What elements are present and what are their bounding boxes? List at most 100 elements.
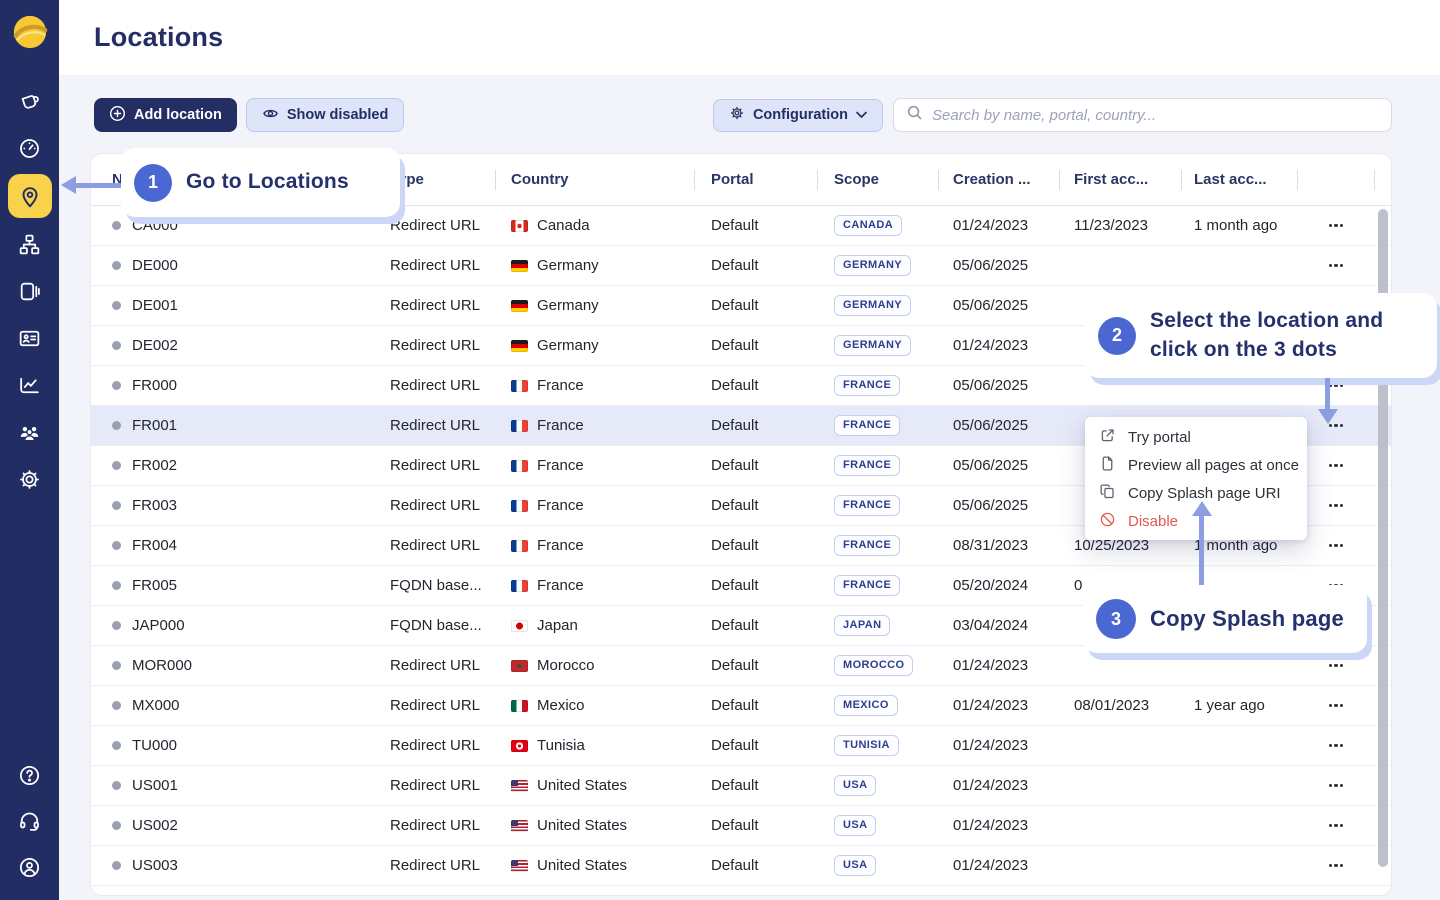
show-disabled-button[interactable]: Show disabled	[246, 98, 405, 132]
location-name: MOR000	[132, 657, 192, 674]
location-type: Redirect URL	[375, 766, 495, 805]
country-flag-icon	[511, 300, 528, 312]
menu-item-try-portal[interactable]: Try portal	[1085, 423, 1307, 451]
location-name: DE000	[132, 257, 178, 274]
country-name: Germany	[537, 337, 599, 354]
row-context-menu: Try portal Preview all pages at once Cop…	[1085, 417, 1307, 540]
country-name: France	[537, 457, 584, 474]
settings-gear-icon[interactable]	[8, 458, 52, 500]
country-flag-icon	[511, 820, 528, 832]
row-actions-button[interactable]	[1324, 778, 1348, 793]
chart-icon[interactable]	[8, 364, 52, 406]
location-type: Redirect URL	[375, 246, 495, 285]
location-name: FR001	[132, 417, 177, 434]
scope-badge: USA	[834, 895, 876, 896]
column-header-last-access: Last acc...	[1181, 154, 1297, 205]
creation-date: 01/24/2023	[938, 206, 1059, 245]
callout-1-arrow	[75, 183, 121, 188]
status-dot	[112, 861, 121, 870]
contact-card-icon[interactable]	[8, 317, 52, 359]
table-row[interactable]: USA	[91, 886, 1391, 896]
pages-icon[interactable]	[8, 270, 52, 312]
country-flag-icon	[511, 620, 528, 632]
column-header-actions	[1297, 154, 1375, 205]
status-dot	[112, 541, 121, 550]
help-icon[interactable]	[8, 754, 52, 796]
first-access-date: 11/23/2023	[1059, 206, 1181, 245]
first-access-date: 08/01/2023	[1059, 686, 1181, 725]
add-location-button[interactable]: Add location	[94, 98, 237, 132]
copy-icon	[1099, 483, 1116, 504]
gauge-icon[interactable]	[8, 127, 52, 169]
location-name: JAP000	[132, 617, 185, 634]
creation-date: 05/06/2025	[938, 246, 1059, 285]
table-row[interactable]: US003 Redirect URL United States Default…	[91, 846, 1391, 886]
sitemap-icon[interactable]	[8, 223, 52, 265]
callout-step-2: 2 Select the location and click on the 3…	[1085, 293, 1437, 378]
table-row[interactable]: MX000 Redirect URL Mexico Default MEXICO…	[91, 686, 1391, 726]
scope-badge: GERMANY	[834, 335, 911, 356]
country-flag-icon	[511, 780, 528, 792]
location-type: Redirect URL	[375, 526, 495, 565]
portal-name: Default	[694, 726, 817, 765]
row-actions-button[interactable]	[1324, 498, 1348, 513]
country-flag-icon	[511, 500, 528, 512]
callout-step-1: 1 Go to Locations	[121, 148, 400, 217]
users-icon[interactable]	[8, 411, 52, 453]
location-type	[375, 886, 495, 896]
column-header-creation: Creation ...	[938, 154, 1059, 205]
portal-name: Default	[694, 446, 817, 485]
country-flag-icon	[511, 580, 528, 592]
table-row[interactable]: DE000 Redirect URL Germany Default GERMA…	[91, 246, 1391, 286]
table-row[interactable]: TU000 Redirect URL Tunisia Default TUNIS…	[91, 726, 1391, 766]
account-icon[interactable]	[8, 846, 52, 888]
portal-name: Default	[694, 486, 817, 525]
portal-name: Default	[694, 526, 817, 565]
row-actions-button[interactable]	[1324, 218, 1348, 233]
row-actions-button[interactable]	[1324, 738, 1348, 753]
callout-1-arrowhead	[61, 176, 76, 194]
row-actions-button[interactable]	[1324, 258, 1348, 273]
search-input[interactable]	[932, 107, 1379, 124]
status-dot	[112, 461, 121, 470]
menu-item-label: Copy Splash page URI	[1128, 485, 1281, 502]
status-dot	[112, 821, 121, 830]
callout-2-arrowhead	[1318, 409, 1338, 424]
location-name: FR003	[132, 497, 177, 514]
table-row[interactable]: US001 Redirect URL United States Default…	[91, 766, 1391, 806]
callout-3-arrowhead	[1192, 501, 1212, 516]
location-pin-icon[interactable]	[8, 174, 52, 218]
location-name: DE002	[132, 337, 178, 354]
status-dot	[112, 781, 121, 790]
last-access	[1181, 766, 1297, 805]
configuration-button[interactable]: Configuration	[713, 99, 883, 132]
country-name: United States	[537, 817, 627, 834]
column-header-scope: Scope	[817, 154, 938, 205]
country-name: United States	[537, 857, 627, 874]
last-access: 1 month ago	[1181, 206, 1297, 245]
column-header-first-access: First acc...	[1059, 154, 1181, 205]
headset-icon[interactable]	[8, 800, 52, 842]
table-row[interactable]: US002 Redirect URL United States Default…	[91, 806, 1391, 846]
location-type: Redirect URL	[375, 446, 495, 485]
sidebar-bottom-nav	[8, 754, 52, 900]
row-actions-button[interactable]	[1324, 538, 1348, 553]
country-name: United States	[537, 777, 627, 794]
row-actions-button[interactable]	[1324, 858, 1348, 873]
portal-name: Default	[694, 806, 817, 845]
country-name: Morocco	[537, 657, 595, 674]
portal-name: Default	[694, 606, 817, 645]
row-actions-button[interactable]	[1324, 698, 1348, 713]
creation-date: 01/24/2023	[938, 646, 1059, 685]
eye-icon	[262, 105, 279, 126]
mug-icon[interactable]	[8, 80, 52, 122]
scope-badge: FRANCE	[834, 535, 900, 556]
country-name: Mexico	[537, 697, 585, 714]
status-dot	[112, 741, 121, 750]
row-actions-button[interactable]	[1324, 818, 1348, 833]
row-actions-button[interactable]	[1324, 458, 1348, 473]
row-actions-button[interactable]	[1324, 658, 1348, 673]
search-icon	[906, 104, 923, 126]
callout-step-3: 3 Copy Splash page	[1083, 585, 1367, 653]
menu-item-preview-all-pages[interactable]: Preview all pages at once	[1085, 451, 1307, 479]
